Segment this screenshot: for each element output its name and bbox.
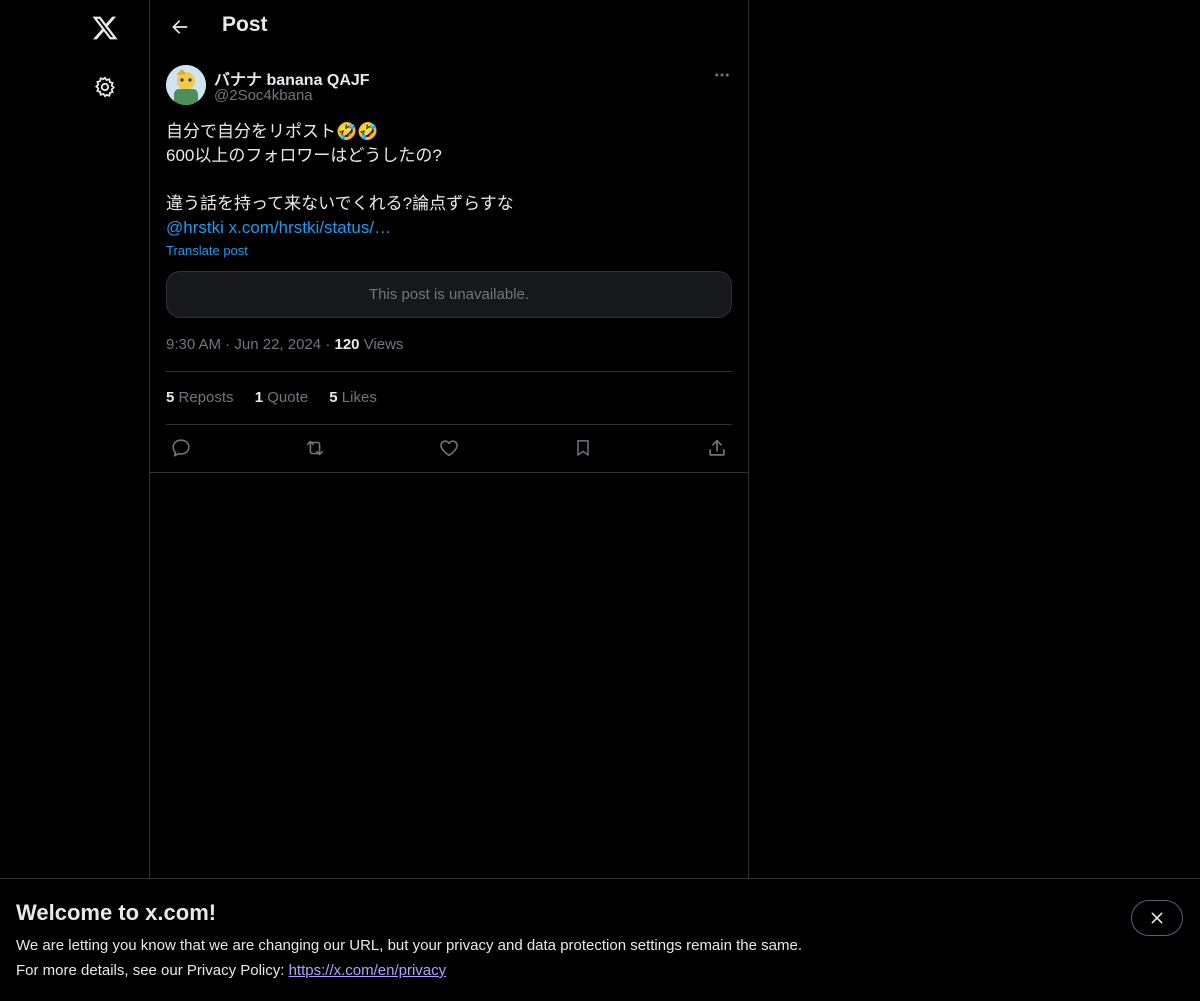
views-label: Views — [363, 336, 404, 353]
like-button[interactable] — [434, 435, 464, 461]
close-icon — [1151, 912, 1163, 924]
tweet-text-line — [166, 168, 732, 192]
page-header: Post — [150, 0, 748, 53]
author-handle[interactable]: @2Soc4kbana — [214, 87, 313, 104]
avatar[interactable] — [166, 65, 206, 105]
mention-link[interactable]: @hrstki x.com/hrstki/status/… — [166, 218, 391, 237]
reply-icon — [172, 439, 190, 457]
banner-privacy-line: For more details, see our Privacy Policy… — [16, 962, 447, 979]
gear-icon — [94, 76, 116, 98]
x-logo-icon — [92, 16, 118, 40]
post-time[interactable]: 9:30 AM — [166, 336, 221, 353]
close-banner-button[interactable] — [1131, 900, 1183, 936]
repost-icon — [306, 440, 324, 456]
likes-stat[interactable]: 5 Likes — [329, 389, 377, 406]
bookmark-icon — [577, 440, 589, 456]
tweet-text-line: 違う話を持って来ないでくれる?論点ずらすな — [166, 194, 514, 213]
bookmark-button[interactable] — [568, 435, 598, 461]
reposts-stat[interactable]: 5 Reposts — [166, 389, 234, 406]
post-date[interactable]: Jun 22, 2024 — [234, 336, 321, 353]
share-button[interactable] — [702, 435, 732, 461]
reply-button[interactable] — [166, 435, 196, 461]
divider — [150, 472, 748, 473]
left-nav — [0, 0, 149, 1000]
arrow-left-icon — [172, 20, 188, 34]
repost-button[interactable] — [300, 435, 330, 461]
action-bar — [166, 435, 732, 461]
post-metadata: 9:30 AM · Jun 22, 2024 · 120 Views — [166, 336, 404, 353]
banner-title: Welcome to x.com! — [16, 900, 217, 925]
divider — [166, 371, 732, 372]
translate-post-link[interactable]: Translate post — [166, 243, 248, 258]
heart-icon — [440, 440, 458, 457]
quotes-stat[interactable]: 1 Quote — [255, 389, 308, 406]
share-icon — [709, 439, 725, 456]
tweet-text: 自分で自分をリポスト🤣🤣 600以上のフォロワーはどうしたの? 違う話を持って来… — [166, 120, 732, 240]
tweet-text-line: 自分で自分をリポスト🤣🤣 — [166, 122, 379, 141]
quoted-post-unavailable: This post is unavailable. — [166, 271, 732, 318]
page-title: Post — [222, 13, 268, 36]
privacy-policy-link[interactable]: https://x.com/en/privacy — [289, 962, 447, 979]
settings-button[interactable] — [81, 63, 129, 111]
welcome-banner: Welcome to x.com! We are letting you kno… — [0, 878, 1200, 1001]
divider — [166, 424, 732, 425]
back-button[interactable] — [162, 9, 198, 45]
main-column: Post バナナ banana QAJF @2Soc4kbana 自分で自分をリ… — [149, 0, 749, 1000]
views-count: 120 — [334, 336, 360, 353]
x-logo-link[interactable] — [81, 4, 129, 52]
tweet-text-line: 600以上のフォロワーはどうしたの? — [166, 146, 442, 165]
engagement-stats: 5 Reposts 1 Quote 5 Likes — [166, 389, 394, 406]
more-horizontal-icon — [715, 73, 729, 77]
banner-message: We are letting you know that we are chan… — [16, 937, 802, 954]
more-options-button[interactable] — [712, 65, 732, 85]
